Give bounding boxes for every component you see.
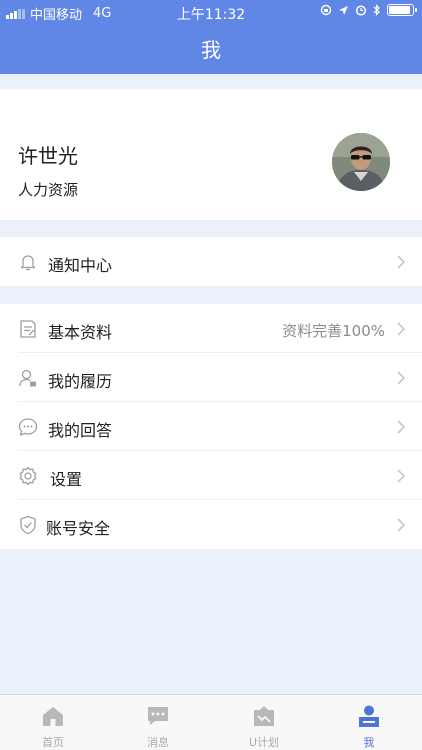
chevron-right-icon [397, 371, 406, 385]
menu-item-answers[interactable]: 我的回答 [0, 402, 422, 451]
menu-item-label: 通知中心 [48, 256, 113, 275]
menu-item-label: 基本资料 [48, 323, 113, 342]
header-bar: 中国移动 4G 上午11:32 我 [0, 0, 422, 74]
page-title: 我 [201, 38, 221, 62]
tab-label: 首页 [42, 736, 64, 749]
tab-label: U计划 [248, 736, 280, 749]
home-icon [43, 707, 63, 726]
avatar[interactable] [332, 133, 390, 191]
gear-icon [19, 466, 37, 486]
alarm-icon [355, 5, 367, 16]
notification-group: 通知中心 [0, 237, 422, 286]
profile-card[interactable]: 许世光 人力资源 [0, 89, 422, 220]
tab-u-plan[interactable]: U计划 [211, 695, 317, 750]
menu-item-basic-info[interactable]: 基本资料 资料完善100% [0, 304, 422, 353]
menu-item-notifications[interactable]: 通知中心 [0, 237, 422, 286]
bluetooth-icon [373, 4, 380, 16]
profile-icon [359, 705, 379, 727]
shield-icon [20, 515, 36, 535]
tab-bar: 首页 消息 U计划 我 [0, 694, 422, 750]
profile-completion-value: 资料完善100% [282, 322, 385, 340]
menu-item-label: 账号安全 [46, 519, 111, 538]
menu-item-label: 我的履历 [48, 372, 113, 391]
orientation-lock-icon [320, 4, 332, 16]
settings-menu: 基本资料 资料完善100% 我的履历 我的回答 设置 账号安全 [0, 304, 422, 549]
chevron-right-icon [397, 322, 406, 336]
tab-me[interactable]: 我 [316, 695, 422, 750]
chat-bubble-icon [18, 418, 38, 436]
tab-messages[interactable]: 消息 [105, 695, 211, 750]
user-name: 许世光 [18, 144, 78, 168]
tab-label: 消息 [147, 736, 169, 749]
user-resume-icon [19, 369, 36, 387]
menu-item-settings[interactable]: 设置 [0, 451, 422, 500]
bell-icon [20, 255, 36, 271]
message-icon [148, 707, 168, 725]
menu-item-resume[interactable]: 我的履历 [0, 353, 422, 402]
menu-item-label: 设置 [50, 470, 83, 489]
location-icon [339, 5, 348, 15]
status-bar: 中国移动 4G 上午11:32 [0, 0, 422, 24]
plan-icon [254, 706, 274, 726]
chevron-right-icon [397, 255, 406, 269]
menu-item-account-security[interactable]: 账号安全 [0, 500, 422, 549]
user-department: 人力资源 [18, 181, 79, 199]
battery-icon [387, 4, 417, 16]
tab-label: 我 [363, 736, 375, 749]
document-edit-icon [20, 320, 36, 338]
chevron-right-icon [397, 469, 406, 483]
tab-home[interactable]: 首页 [0, 695, 106, 750]
menu-item-label: 我的回答 [48, 421, 113, 440]
chevron-right-icon [397, 518, 406, 532]
chevron-right-icon [397, 420, 406, 434]
